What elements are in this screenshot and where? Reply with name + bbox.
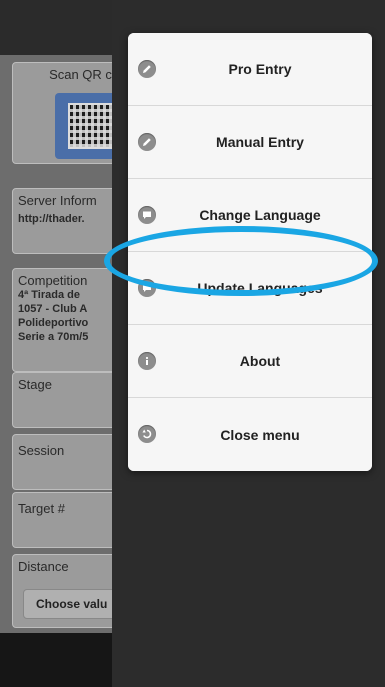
menu-item-label: Change Language [199,207,321,223]
menu-item-label: About [239,353,281,369]
menu-item-update-languages[interactable]: Update Languages [128,252,372,325]
menu-item-about[interactable]: About [128,325,372,398]
menu-item-label: Update Languages [197,280,323,296]
menu-item-change-language[interactable]: Change Language [128,179,372,252]
info-icon [138,352,156,370]
qr-code-icon [68,103,114,149]
back-arrow-icon [138,425,156,443]
speech-bubble-icon [138,206,156,224]
side-menu: Pro Entry Manual Entry Change Language U… [128,33,372,471]
menu-item-close-menu[interactable]: Close menu [128,398,372,471]
menu-item-label: Manual Entry [216,134,304,150]
menu-item-pro-entry[interactable]: Pro Entry [128,33,372,106]
menu-item-label: Pro Entry [228,61,292,77]
menu-item-manual-entry[interactable]: Manual Entry [128,106,372,179]
speech-bubble-icon [138,279,156,297]
pencil-icon [138,133,156,151]
pencil-icon [138,60,156,78]
menu-item-label: Close menu [220,426,300,443]
